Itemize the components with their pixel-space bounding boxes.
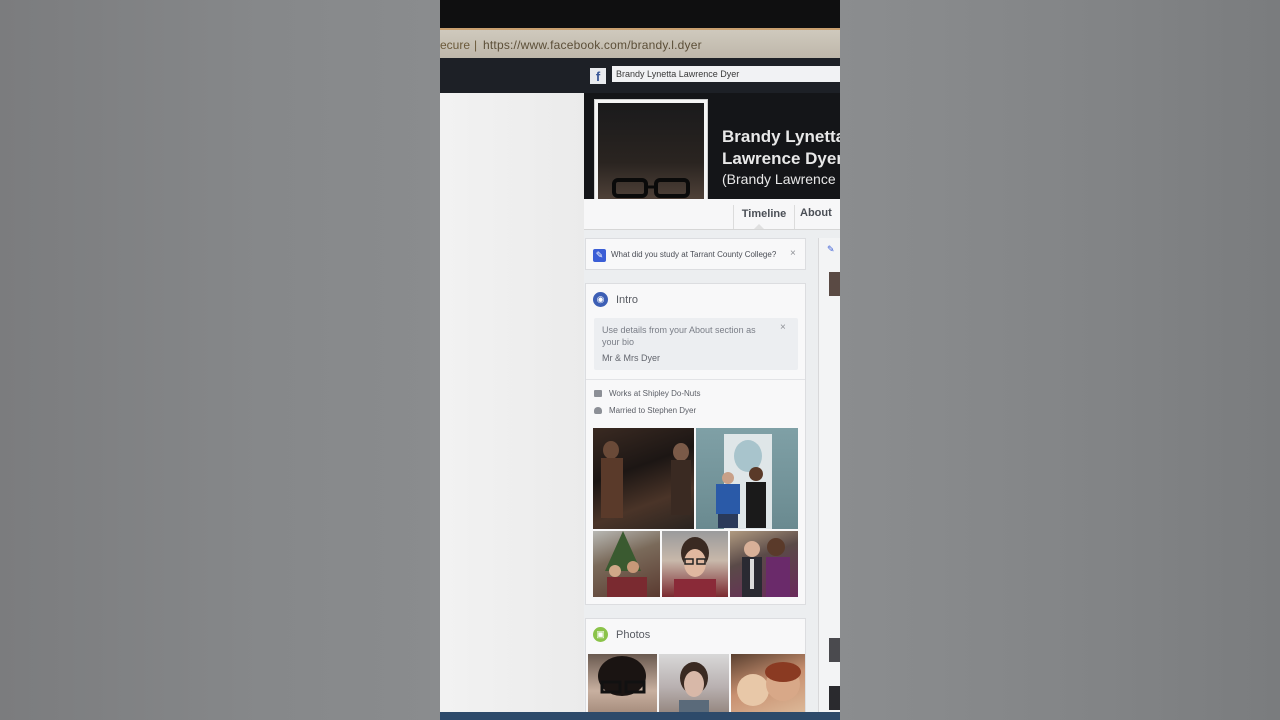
monitor-screen: ecure | https://www.facebook.com/brandy.… bbox=[440, 0, 840, 720]
photos-card: ▣ Photos bbox=[585, 618, 806, 720]
close-icon[interactable]: × bbox=[780, 322, 786, 333]
featured-photo[interactable] bbox=[593, 531, 660, 597]
page-content: Brandy Lynetta Lawrence Dyer (Brandy Law… bbox=[440, 93, 840, 720]
portrait-glasses bbox=[598, 656, 646, 696]
secure-label: ecure bbox=[440, 38, 471, 52]
url-text[interactable]: https://www.facebook.com/brandy.l.dyer bbox=[483, 38, 702, 52]
heart-icon bbox=[594, 407, 602, 415]
featured-photo[interactable] bbox=[696, 428, 798, 529]
search-input[interactable]: Brandy Lynetta Lawrence Dyer bbox=[612, 66, 840, 82]
edit-pencil-icon[interactable]: ✎ bbox=[827, 244, 835, 255]
intro-fact-text[interactable]: Married to Stephen Dyer bbox=[609, 406, 696, 415]
study-prompt-card[interactable]: ✎ What did you study at Tarrant County C… bbox=[585, 238, 806, 270]
photo-thumbnail[interactable] bbox=[659, 654, 729, 720]
profile-tabs: Timeline About bbox=[584, 199, 840, 230]
glasses-icon bbox=[612, 178, 690, 198]
thumbnail[interactable] bbox=[829, 686, 840, 710]
thumbnail[interactable] bbox=[829, 272, 840, 296]
background-left bbox=[0, 0, 440, 720]
facebook-top-bar: f Brandy Lynetta Lawrence Dyer bbox=[440, 58, 840, 93]
left-blank-area bbox=[440, 93, 584, 720]
profile-alternate-name: (Brandy Lawrence bbox=[722, 171, 836, 187]
portrait-woman bbox=[679, 662, 709, 720]
intro-card: ◉ Intro Use details from your About sect… bbox=[585, 283, 806, 605]
couple-scene bbox=[742, 538, 790, 597]
bio-value: Mr & Mrs Dyer bbox=[602, 353, 660, 363]
bio-suggestion[interactable]: Use details from your About section as y… bbox=[594, 318, 798, 370]
featured-photo[interactable] bbox=[593, 428, 694, 529]
photo-thumbnail[interactable] bbox=[731, 654, 805, 720]
thumbnail[interactable] bbox=[829, 638, 840, 662]
tab-timeline[interactable]: Timeline bbox=[733, 205, 795, 229]
intro-fact-work[interactable]: Works at Shipley Do-Nuts bbox=[594, 389, 700, 398]
right-column-edge: ✎ bbox=[818, 238, 840, 720]
family-scene bbox=[605, 531, 647, 597]
people-silhouette bbox=[601, 441, 691, 518]
profile-name-line2: Lawrence Dyer bbox=[722, 149, 840, 168]
door-scene bbox=[716, 434, 772, 529]
address-bar[interactable]: ecure | https://www.facebook.com/brandy.… bbox=[440, 28, 840, 60]
featured-photo[interactable] bbox=[730, 531, 798, 597]
photos-icon: ▣ bbox=[593, 627, 608, 642]
profile-name-line1: Brandy Lynetta bbox=[722, 127, 840, 146]
pencil-icon: ✎ bbox=[593, 249, 606, 262]
intro-fact-text[interactable]: Works at Shipley Do-Nuts bbox=[609, 389, 700, 398]
intro-title: Intro bbox=[616, 294, 639, 306]
profile-picture[interactable] bbox=[594, 99, 708, 215]
study-prompt-text[interactable]: What did you study at Tarrant County Col… bbox=[611, 250, 776, 259]
close-icon[interactable]: × bbox=[790, 248, 796, 259]
bio-hint-text: Use details from your About section as y… bbox=[602, 325, 756, 347]
active-tab-caret bbox=[754, 224, 764, 229]
profile-image bbox=[598, 103, 704, 211]
browser-top-frame bbox=[440, 0, 840, 28]
featured-photo[interactable] bbox=[662, 531, 728, 597]
taskbar bbox=[440, 712, 840, 720]
facebook-logo-icon[interactable]: f bbox=[590, 68, 606, 84]
divider bbox=[586, 379, 805, 380]
tab-about[interactable]: About bbox=[800, 205, 832, 228]
url-separator: | bbox=[474, 38, 478, 52]
photos-title[interactable]: Photos bbox=[616, 629, 650, 641]
briefcase-icon bbox=[594, 390, 602, 398]
portrait-pair bbox=[737, 662, 801, 706]
selfie-scene bbox=[674, 537, 716, 597]
background-right bbox=[840, 0, 1280, 720]
intro-fact-relationship[interactable]: Married to Stephen Dyer bbox=[594, 406, 696, 415]
photo-thumbnail[interactable] bbox=[588, 654, 657, 720]
globe-icon: ◉ bbox=[593, 292, 608, 307]
